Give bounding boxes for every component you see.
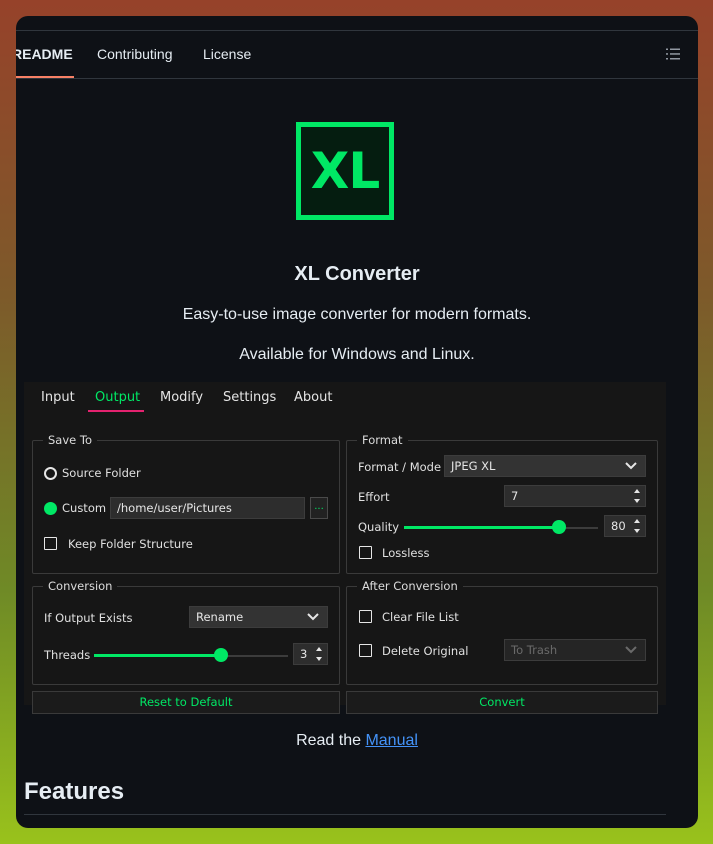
tab-license[interactable]: License (203, 31, 251, 78)
format-mode-value: JPEG XL (451, 459, 496, 473)
app-logo: XL (296, 122, 394, 220)
custom-radio[interactable] (44, 502, 57, 515)
threads-slider-handle[interactable] (214, 648, 228, 662)
quality-label: Quality (358, 520, 400, 534)
logo-text: XL (310, 142, 380, 200)
custom-label: Custom (62, 501, 107, 515)
clear-list-checkbox[interactable] (359, 610, 372, 623)
custom-path-input[interactable]: /home/user/Pictures (110, 497, 305, 519)
manual-prefix: Read the (296, 732, 366, 749)
format-group: Format Format / Mode JPEG XL Effort 7 Qu… (346, 433, 658, 574)
threads-label: Threads (44, 648, 91, 662)
app-tab-modify[interactable]: Modify (160, 390, 203, 405)
source-folder-radio[interactable] (44, 467, 57, 480)
list-icon[interactable] (666, 47, 680, 61)
effort-value: 7 (511, 489, 519, 503)
keep-structure-label: Keep Folder Structure (68, 537, 193, 551)
browse-button[interactable]: ... (310, 497, 328, 519)
chevron-down-icon (307, 613, 319, 621)
format-title: Format (357, 433, 408, 447)
spin-arrows-icon[interactable] (633, 488, 641, 504)
readme-window: README Contributing License XL XL Conver… (16, 16, 698, 828)
effort-label: Effort (358, 490, 390, 504)
delete-original-checkbox[interactable] (359, 644, 372, 657)
features-heading: Features (24, 778, 125, 805)
quality-slider-handle[interactable] (552, 520, 567, 534)
quality-value: 80 (611, 519, 626, 533)
quality-slider-fill (404, 526, 560, 529)
threads-slider-fill (94, 654, 221, 657)
source-folder-label: Source Folder (62, 466, 141, 480)
chevron-down-icon (625, 646, 637, 654)
after-conversion-title: After Conversion (357, 579, 463, 593)
convert-button[interactable]: Convert (346, 691, 658, 714)
tab-readme[interactable]: README (16, 31, 74, 78)
clear-list-label: Clear File List (382, 610, 459, 624)
after-conversion-group: After Conversion Clear File List Delete … (346, 579, 658, 685)
conversion-title: Conversion (43, 579, 118, 593)
effort-spinbox[interactable]: 7 (504, 485, 646, 507)
project-title: XL Converter (294, 263, 420, 285)
active-tab-indicator (88, 410, 144, 412)
project-tagline: Easy-to-use image converter for modern f… (182, 306, 532, 323)
spin-arrows-icon[interactable] (315, 646, 323, 662)
manual-link[interactable]: Manual (365, 732, 417, 749)
platforms-text: Available for Windows and Linux. (239, 346, 475, 363)
heading-divider (24, 814, 666, 815)
keep-structure-checkbox[interactable] (44, 537, 57, 550)
threads-value: 3 (300, 647, 308, 661)
quality-spinbox[interactable]: 80 (604, 515, 646, 537)
threads-spinbox[interactable]: 3 (293, 643, 328, 665)
readme-tab-bar: README Contributing License (16, 30, 698, 79)
reset-to-default-button[interactable]: Reset to Default (32, 691, 340, 714)
delete-mode-select[interactable]: To Trash (504, 639, 646, 661)
app-tab-input[interactable]: Input (41, 390, 75, 405)
format-mode-label: Format / Mode (358, 460, 442, 474)
app-tab-settings[interactable]: Settings (223, 390, 276, 405)
if-exists-value: Rename (196, 610, 244, 624)
delete-original-label: Delete Original (382, 644, 469, 658)
save-to-group: Save To Source Folder Custom /home/user/… (32, 433, 340, 574)
lossless-checkbox[interactable] (359, 546, 372, 559)
conversion-group: Conversion If Output Exists Rename Threa… (32, 579, 340, 685)
delete-mode-value: To Trash (511, 643, 558, 657)
app-tab-about[interactable]: About (294, 390, 332, 405)
tab-contributing[interactable]: Contributing (97, 31, 173, 78)
format-mode-select[interactable]: JPEG XL (444, 455, 646, 477)
app-tab-output[interactable]: Output (95, 390, 140, 405)
chevron-down-icon (625, 462, 637, 470)
lossless-label: Lossless (382, 546, 430, 560)
save-to-title: Save To (43, 433, 97, 447)
if-exists-select[interactable]: Rename (189, 606, 328, 628)
spin-arrows-icon[interactable] (633, 518, 641, 534)
if-exists-label: If Output Exists (44, 611, 133, 625)
app-screenshot: Input Output Modify Settings About Save … (24, 382, 666, 714)
manual-line: Read the Manual (16, 732, 698, 750)
